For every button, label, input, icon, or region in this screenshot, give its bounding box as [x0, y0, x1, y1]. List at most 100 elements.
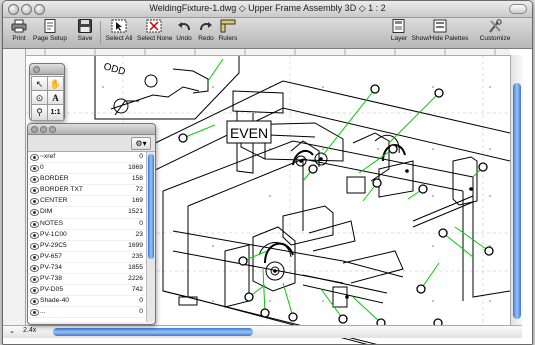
layers-zoom-button[interactable] — [49, 126, 56, 133]
vertical-ruler[interactable] — [3, 49, 26, 325]
customize-button[interactable]: Customize — [477, 19, 513, 42]
save-button[interactable]: Save — [75, 19, 95, 42]
redo-button[interactable]: Redo — [197, 19, 215, 42]
layer-row[interactable]: BORDER TXT 72 — [28, 185, 146, 197]
layer-icon — [392, 19, 405, 33]
tool-palette-titlebar[interactable] — [30, 64, 64, 75]
print-button[interactable]: Print — [8, 19, 30, 42]
eye-icon[interactable] — [30, 231, 39, 239]
layer-name: PV-738 — [40, 275, 62, 283]
layers-minimize-button[interactable] — [40, 126, 47, 133]
status-bar: ⌄ 2.4x — [3, 325, 522, 338]
layers-palette-titlebar[interactable] — [28, 124, 155, 135]
eye-icon[interactable] — [30, 309, 39, 317]
layer-row[interactable]: PV-29C5 1699 — [28, 241, 146, 252]
eye-icon[interactable] — [30, 264, 39, 272]
print-label: Print — [12, 35, 26, 42]
even-label-plate: EVEN — [226, 120, 272, 144]
layer-name: CENTER — [40, 197, 68, 205]
even-label: EVEN — [230, 125, 268, 141]
layer-name: Shade-40 — [40, 297, 70, 305]
customize-tools-icon — [489, 19, 502, 33]
layer-row[interactable]: PV-734 1855 — [28, 263, 146, 275]
layer-count: 72 — [135, 186, 143, 194]
title-bar[interactable]: WeldingFixture-1.dwg ◇ Upper Frame Assem… — [3, 1, 532, 18]
eye-icon[interactable] — [30, 298, 39, 306]
page-setup-button[interactable]: Page Setup — [32, 19, 68, 42]
eye-icon[interactable] — [30, 276, 39, 284]
layer-name: DIM — [40, 208, 53, 216]
layer-row[interactable]: DIM 1521 — [28, 207, 146, 219]
vertical-scroll-thumb[interactable] — [513, 83, 521, 319]
layer-list[interactable]: ~xref 0 0 1869 BORDER 158 BORDER TXT 72 CENT… — [28, 152, 146, 322]
layer-count: 1855 — [128, 263, 143, 271]
gear-icon[interactable]: ⚙▾ — [131, 137, 151, 150]
horizontal-scroll-thumb[interactable] — [53, 328, 253, 336]
layer-name: NOTES — [40, 219, 64, 227]
layer-row[interactable]: 0 1869 — [28, 163, 146, 175]
layer-count: 0 — [139, 219, 143, 227]
layer-row[interactable]: CENTER 169 — [28, 196, 146, 208]
layer-row[interactable]: PV-657 235 — [28, 252, 146, 263]
layer-row[interactable]: ... 0 — [28, 307, 146, 319]
layer-name: PV-734 — [40, 263, 62, 271]
layer-row[interactable]: ~xref 0 — [28, 152, 146, 164]
rulers-button[interactable]: Rulers — [217, 19, 239, 42]
eye-icon[interactable] — [30, 287, 39, 295]
tool-palette-close-button[interactable] — [33, 66, 40, 73]
eye-icon[interactable] — [30, 253, 39, 261]
select-none-button[interactable]: Select None — [137, 19, 172, 42]
eye-icon[interactable] — [30, 242, 39, 250]
layer-count: 1699 — [128, 241, 143, 249]
eye-icon[interactable] — [30, 154, 39, 161]
eye-icon[interactable] — [30, 198, 39, 206]
layer-count: 1521 — [128, 208, 143, 216]
horizontal-ruler[interactable] — [25, 49, 510, 56]
layer-row[interactable]: Shade-40 0 — [28, 296, 146, 308]
fixture-geometry — [94, 55, 511, 344]
layers-scroll-thumb[interactable] — [148, 154, 154, 259]
app-window: WeldingFixture-1.dwg ◇ Upper Frame Assem… — [2, 0, 533, 345]
eye-icon[interactable] — [30, 165, 39, 173]
layer-name: PV-1C00 — [40, 230, 67, 238]
eye-icon[interactable] — [30, 176, 39, 184]
select-none-icon — [146, 19, 162, 33]
zoom-tool[interactable]: ⚲ — [31, 104, 48, 121]
layer-name: PV-29C5 — [40, 241, 67, 249]
layer-count: 0 — [139, 153, 143, 160]
layers-palette: ⚙▾ ~xref 0 0 1869 BORDER 158 BORDER TXT 72 C… — [27, 123, 156, 325]
undo-label: Undo — [176, 35, 192, 42]
layer-row[interactable]: PV-1C00 23 — [28, 230, 146, 241]
undo-button[interactable]: Undo — [174, 19, 194, 42]
layer-name: ~xref — [40, 153, 56, 160]
eye-icon[interactable] — [30, 209, 39, 217]
layer-label: Layer — [390, 35, 408, 42]
layers-close-button[interactable] — [31, 126, 38, 133]
layer-button[interactable]: Layer — [389, 19, 409, 42]
layer-name: BORDER — [40, 175, 69, 183]
leader-lines — [182, 58, 490, 324]
zoom-level[interactable]: 2.4x — [23, 327, 36, 334]
show-hide-palettes-label: Show/Hide Palettes — [411, 35, 469, 42]
layer-name: ... — [40, 308, 46, 316]
layer-row[interactable]: PV-738 2226 — [28, 274, 146, 286]
layer-row[interactable]: PV-D05 742 — [28, 285, 146, 297]
select-all-icon — [111, 19, 127, 33]
eye-icon[interactable] — [30, 187, 39, 195]
window-title: WeldingFixture-1.dwg ◇ Upper Frame Assem… — [149, 3, 386, 13]
save-label: Save — [77, 35, 93, 42]
eye-icon[interactable] — [30, 220, 39, 228]
layer-row[interactable]: NOTES 0 — [28, 219, 146, 230]
toolbar-toggle-button[interactable] — [509, 4, 527, 14]
select-all-button[interactable]: Select All — [103, 19, 135, 42]
layers-scrollbar[interactable] — [146, 152, 155, 322]
vertical-scrollbar[interactable] — [510, 55, 523, 325]
actual-size-tool[interactable]: 1:1 — [47, 104, 64, 121]
ruler-ticks — [44, 49, 496, 55]
zoom-popup-icon[interactable]: ⌄ — [9, 327, 15, 335]
printer-icon — [11, 19, 27, 33]
redo-label: Redo — [198, 35, 214, 42]
layer-row[interactable]: BORDER 158 — [28, 174, 146, 186]
balloon-callouts — [178, 84, 494, 328]
show-hide-palettes-button[interactable]: Show/Hide Palettes — [411, 19, 469, 42]
